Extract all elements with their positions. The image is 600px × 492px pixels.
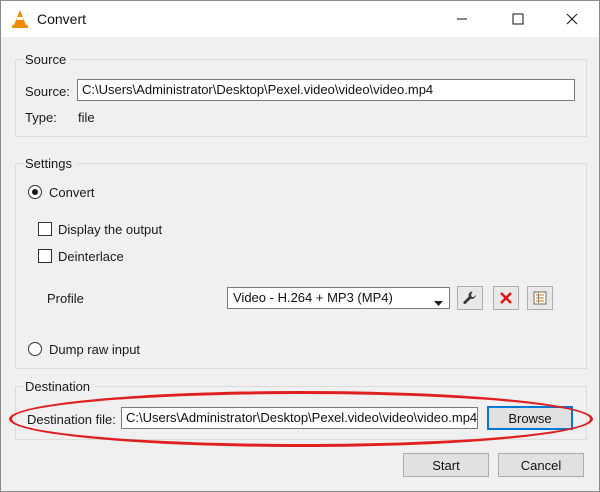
minimize-icon — [457, 18, 467, 20]
dump-raw-radio-label[interactable]: Dump raw input — [49, 342, 140, 357]
window-title: Convert — [37, 11, 87, 27]
convert-radio[interactable] — [28, 185, 42, 199]
source-label: Source: — [25, 84, 70, 99]
minimize-button[interactable] — [439, 1, 485, 37]
close-icon — [566, 13, 578, 25]
new-profile-button[interactable] — [527, 286, 553, 310]
display-output-checkbox[interactable] — [38, 222, 52, 236]
maximize-button[interactable] — [495, 1, 541, 37]
convert-dialog: Convert Source Source: C:\Users\Administ… — [0, 0, 600, 492]
profile-select[interactable]: Video - H.264 + MP3 (MP4) — [227, 287, 450, 309]
dump-raw-radio[interactable] — [28, 342, 42, 356]
profile-select-value: Video - H.264 + MP3 (MP4) — [233, 290, 393, 305]
start-button[interactable]: Start — [403, 453, 489, 477]
settings-group-frame — [15, 163, 587, 369]
close-button[interactable] — [549, 1, 595, 37]
wrench-icon — [463, 291, 476, 305]
cancel-button[interactable]: Cancel — [498, 453, 584, 477]
new-profile-icon — [533, 291, 547, 305]
convert-radio-label[interactable]: Convert — [49, 185, 95, 200]
destination-file-field[interactable]: C:\Users\Administrator\Desktop\Pexel.vid… — [121, 407, 478, 429]
delete-icon — [500, 292, 512, 304]
display-output-label[interactable]: Display the output — [58, 222, 162, 237]
type-label: Type: — [25, 110, 57, 125]
radio-selected-dot — [32, 189, 38, 195]
maximize-icon — [512, 13, 524, 25]
edit-profile-button[interactable] — [457, 286, 483, 310]
delete-profile-button[interactable] — [493, 286, 519, 310]
title-bar[interactable]: Convert — [1, 1, 599, 37]
browse-button[interactable]: Browse — [487, 406, 573, 430]
profile-label: Profile — [47, 291, 84, 306]
source-path-field[interactable]: C:\Users\Administrator\Desktop\Pexel.vid… — [77, 79, 575, 101]
destination-file-label: Destination file: — [27, 412, 116, 427]
type-value: file — [78, 110, 95, 125]
chevron-down-icon — [434, 295, 443, 311]
vlc-cone-icon — [11, 9, 29, 29]
deinterlace-checkbox[interactable] — [38, 249, 52, 263]
deinterlace-label[interactable]: Deinterlace — [58, 249, 124, 264]
